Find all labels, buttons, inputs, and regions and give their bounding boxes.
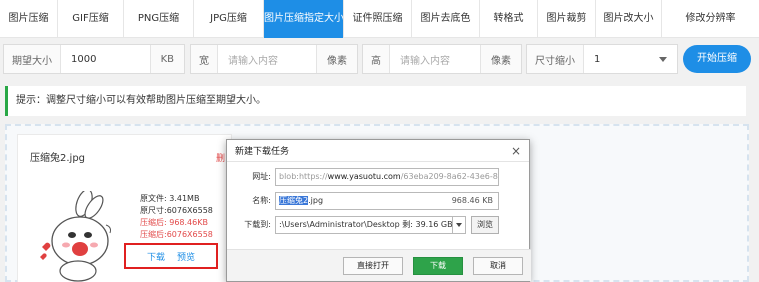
name-row: 名称: 压缩兔2.jpg 968.46 KB <box>227 192 531 210</box>
mascot-thumbnail <box>40 191 111 282</box>
tab-remove-background[interactable]: 图片去底色 <box>412 0 480 38</box>
tab-crop[interactable]: 图片裁剪 <box>538 0 596 38</box>
url-rest: /63eba209-8a62-43e6-848a- <box>400 172 498 181</box>
width-unit: 像素 <box>316 45 357 73</box>
expected-size-field: 期望大小 1000 KB <box>3 44 185 74</box>
card-actions-highlight: 下载 预览 <box>124 243 218 269</box>
path-row: 下载到: :\Users\Administrator\Desktop 剩: 39… <box>227 216 531 234</box>
url-label: 网址: <box>252 172 271 181</box>
dialog-header: 新建下载任务 × <box>227 140 529 162</box>
width-field: 宽 请输入内容 像素 <box>190 44 358 74</box>
cancel-button[interactable]: 取消 <box>473 257 523 275</box>
dialog-title: 新建下载任务 <box>235 147 290 157</box>
shrink-value: 1 <box>594 53 601 65</box>
tool-tabs: 图片压缩 GIF压缩 PNG压缩 JPG压缩 图片压缩指定大小 证件照压缩 图片… <box>0 0 759 38</box>
width-input[interactable]: 请输入内容 <box>218 52 316 67</box>
path-label: 下载到: <box>244 220 271 229</box>
tip-banner: 提示：调整尺寸缩小可以有效帮助图片压缩至期望大小。 <box>5 86 746 116</box>
filename-field[interactable]: 压缩兔2.jpg 968.46 KB <box>275 192 499 210</box>
open-directly-button[interactable]: 直接打开 <box>343 257 403 275</box>
tab-compress-to-size[interactable]: 图片压缩指定大小 <box>264 0 344 38</box>
height-input[interactable]: 请输入内容 <box>390 52 480 67</box>
new-download-dialog: 新建下载任务 × 网址: blob:https://www.yasuotu.co… <box>226 139 531 282</box>
original-dimensions: 原尺寸:6076X6558 <box>140 206 213 215</box>
save-path-field[interactable]: :\Users\Administrator\Desktop 剩: 39.16 G… <box>275 216 453 234</box>
preview-link[interactable]: 预览 <box>177 250 195 263</box>
card-filename: 压缩兔2.jpg <box>30 153 86 164</box>
close-icon[interactable]: × <box>511 145 521 157</box>
name-label: 名称: <box>252 196 271 205</box>
file-size: 968.46 KB <box>451 196 493 205</box>
tab-gif-compress[interactable]: GIF压缩 <box>58 0 124 38</box>
dialog-footer: 直接打开 下载 取消 <box>227 249 531 281</box>
download-button[interactable]: 下载 <box>413 257 463 275</box>
delete-link[interactable]: 删 <box>216 151 225 164</box>
height-field: 高 请输入内容 像素 <box>362 44 522 74</box>
tab-id-photo-compress[interactable]: 证件照压缩 <box>344 0 412 38</box>
chevron-down-icon <box>456 223 462 227</box>
image-card: 压缩兔2.jpg 删 原文件: 3.41MB 原尺寸:6076X6558 压缩后… <box>17 134 232 282</box>
filename-ext: .jpg <box>308 196 324 205</box>
url-host: www.yasuotu.com <box>327 172 401 181</box>
chevron-down-icon <box>659 56 667 62</box>
download-link[interactable]: 下载 <box>147 250 165 263</box>
tab-resolution[interactable]: 修改分辨率 <box>662 0 759 38</box>
url-field[interactable]: blob:https://www.yasuotu.com/63eba209-8a… <box>275 168 499 186</box>
tab-image-compress[interactable]: 图片压缩 <box>0 0 58 38</box>
expected-size-input[interactable]: 1000 <box>61 54 150 65</box>
filename-selected: 压缩兔2 <box>279 196 309 205</box>
tab-convert-format[interactable]: 转格式 <box>480 0 538 38</box>
expected-size-unit: KB <box>149 45 184 73</box>
tab-jpg-compress[interactable]: JPG压缩 <box>194 0 264 38</box>
expected-size-label: 期望大小 <box>4 45 61 73</box>
path-dropdown[interactable] <box>452 216 466 234</box>
compressed-dimensions: 压缩后:6076X6558 <box>140 230 213 239</box>
url-row: 网址: blob:https://www.yasuotu.com/63eba20… <box>227 168 531 186</box>
shrink-label: 尺寸缩小 <box>527 45 584 73</box>
start-compress-button[interactable]: 开始压缩 <box>683 45 751 73</box>
compress-settings: 期望大小 1000 KB 宽 请输入内容 像素 高 请输入内容 像素 尺寸缩小 … <box>0 44 759 76</box>
height-unit: 像素 <box>480 45 521 73</box>
width-label: 宽 <box>191 45 218 73</box>
tab-png-compress[interactable]: PNG压缩 <box>124 0 194 38</box>
browse-button[interactable]: 浏览 <box>471 216 499 234</box>
shrink-select[interactable]: 尺寸缩小 1 <box>526 44 678 74</box>
original-file-size: 原文件: 3.41MB <box>140 194 200 203</box>
tab-resize[interactable]: 图片改大小 <box>596 0 662 38</box>
compressed-size: 压缩后: 968.46KB <box>140 218 208 227</box>
url-prefix: blob:https:// <box>279 172 328 181</box>
height-label: 高 <box>363 45 390 73</box>
